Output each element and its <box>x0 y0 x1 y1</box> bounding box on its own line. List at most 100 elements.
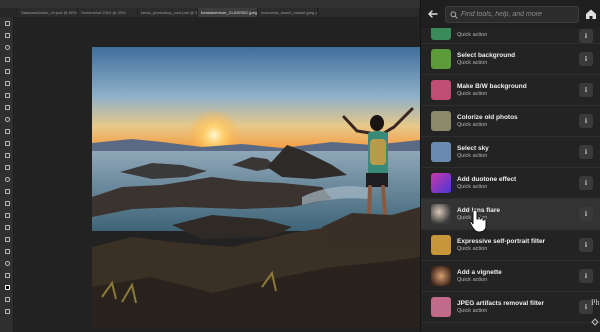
tools-panel <box>0 17 14 332</box>
item-texts: Colorize old photos Quick action <box>457 114 518 129</box>
eyedropper-tool-icon[interactable] <box>0 89 14 101</box>
list-item-hovered[interactable]: Add lens flare Quick action i <box>421 199 600 230</box>
home-icon[interactable] <box>584 7 598 21</box>
duotone-icon <box>431 173 451 193</box>
document-tab[interactable]: Screenshot 2024 @ 33% <box>78 8 138 17</box>
type-tool-icon[interactable] <box>0 209 14 221</box>
gear-icon[interactable] <box>591 318 599 326</box>
item-subtitle: Quick action <box>457 90 488 97</box>
move-tool-icon[interactable] <box>0 17 14 29</box>
hand-tool-icon[interactable] <box>0 245 14 257</box>
bw-background-icon <box>431 80 451 100</box>
item-subtitle: Quick action <box>457 32 488 38</box>
list-item[interactable]: Select sky Quick action i <box>421 137 600 168</box>
item-texts: Add a vignette Quick action <box>457 269 502 284</box>
item-title: Colorize old photos <box>457 113 518 121</box>
blur-tool-icon[interactable] <box>0 173 14 185</box>
search-box[interactable] <box>445 6 579 23</box>
info-icon[interactable]: i <box>579 83 593 97</box>
lasso-tool-icon[interactable] <box>0 41 14 53</box>
list-item[interactable]: Make B/W background Quick action i <box>421 75 600 106</box>
marquee-tool-icon[interactable] <box>0 29 14 41</box>
jpeg-filter-icon <box>431 297 451 317</box>
eraser-tool-icon[interactable] <box>0 149 14 161</box>
gradient-tool-icon[interactable] <box>0 161 14 173</box>
item-title: Expressive self-portrait filter <box>457 237 546 245</box>
path-selection-tool-icon[interactable] <box>0 221 14 233</box>
foreground-color-swatch[interactable] <box>0 281 14 293</box>
list-item[interactable]: JPEG artifacts removal filter Quick acti… <box>421 292 600 323</box>
item-title: Add lens flare <box>457 206 500 214</box>
item-title: Add a vignette <box>457 268 502 276</box>
canvas-photo[interactable] <box>92 47 420 327</box>
item-title: Select sky <box>457 144 489 152</box>
magic-wand-tool-icon[interactable] <box>0 53 14 65</box>
info-icon[interactable]: i <box>579 176 593 190</box>
frame-tool-icon[interactable] <box>0 77 14 89</box>
zoom-tool-icon[interactable] <box>0 257 14 269</box>
item-title: Make B/W background <box>457 82 527 90</box>
item-title: Add duotone effect <box>457 175 517 183</box>
panel-header <box>421 0 600 28</box>
info-icon[interactable]: i <box>579 145 593 159</box>
select-sky-icon <box>431 142 451 162</box>
document-tab[interactable]: Ideas_photoshop_cool.psd @ 33% <box>138 8 198 17</box>
list-item[interactable]: Select background Quick action i <box>421 44 600 75</box>
item-title: JPEG artifacts removal filter <box>457 299 545 307</box>
info-icon[interactable]: i <box>579 269 593 283</box>
item-texts: Expressive self-portrait filter Quick ac… <box>457 238 545 253</box>
select-background-icon <box>431 49 451 69</box>
document-tab[interactable]: StandardAction_v9.psd @ 50% (RGB/8) <box>18 8 78 17</box>
back-arrow-icon[interactable] <box>426 7 440 21</box>
colorize-icon <box>431 111 451 131</box>
document-tabs: StandardAction_v9.psd @ 50% (RGB/8) Scre… <box>18 8 418 17</box>
info-icon[interactable]: i <box>579 238 593 252</box>
discover-panel: Quick action i Select background Quick a… <box>420 0 600 332</box>
lens-flare-icon <box>431 204 451 224</box>
item-title: Select background <box>457 51 516 59</box>
item-subtitle: Quick action <box>457 214 488 221</box>
dodge-tool-icon[interactable] <box>0 185 14 197</box>
document-tab-active[interactable]: bestadventure_CLASSSIC.jpeg @ 66.7% (RGB… <box>198 8 258 17</box>
item-subtitle: Quick action <box>457 59 488 66</box>
landscape-photo-image <box>92 47 420 327</box>
self-portrait-icon <box>431 235 451 255</box>
list-item[interactable]: Expressive self-portrait filter Quick ac… <box>421 230 600 261</box>
item-subtitle: Quick action <box>457 245 488 252</box>
search-input[interactable] <box>458 7 578 22</box>
info-icon[interactable]: i <box>579 28 593 43</box>
item-texts: Make B/W background Quick action <box>457 83 527 98</box>
vignette-icon <box>431 266 451 286</box>
history-brush-tool-icon[interactable] <box>0 137 14 149</box>
quick-mask-icon[interactable] <box>0 293 14 305</box>
search-icon <box>450 10 458 19</box>
item-subtitle: Quick action <box>457 276 488 283</box>
photoshop-window: StandardAction_v9.psd @ 50% (RGB/8) Scre… <box>0 0 600 332</box>
clone-stamp-tool-icon[interactable] <box>0 125 14 137</box>
list-item[interactable]: Add duotone effect Quick action i <box>421 168 600 199</box>
item-texts: Quick action <box>457 32 487 39</box>
info-icon[interactable]: i <box>579 207 593 221</box>
healing-brush-tool-icon[interactable] <box>0 101 14 113</box>
item-texts: Select sky Quick action <box>457 145 489 160</box>
list-item[interactable]: Add a vignette Quick action i <box>421 261 600 292</box>
pen-tool-icon[interactable] <box>0 197 14 209</box>
document-canvas[interactable] <box>15 17 420 332</box>
info-icon[interactable]: i <box>579 114 593 128</box>
item-texts: Select background Quick action <box>457 52 515 67</box>
quick-actions-list: Quick action i Select background Quick a… <box>421 28 600 332</box>
more-tools-icon[interactable] <box>0 269 14 281</box>
info-icon[interactable]: i <box>579 52 593 66</box>
panel-edge-text: Ph <box>591 298 600 307</box>
item-subtitle: Quick action <box>457 307 488 314</box>
brush-tool-icon[interactable] <box>0 113 14 125</box>
item-texts: Add lens flare Quick action <box>457 207 500 222</box>
item-subtitle: Quick action <box>457 121 488 128</box>
document-tab[interactable]: Indonesia_beach_sunset.jpeg @ 33.3% <box>258 8 318 17</box>
list-item[interactable]: Colorize old photos Quick action i <box>421 106 600 137</box>
shape-tool-icon[interactable] <box>0 233 14 245</box>
crop-tool-icon[interactable] <box>0 65 14 77</box>
screen-mode-icon[interactable] <box>0 305 14 317</box>
list-item[interactable]: Quick action i <box>421 28 600 44</box>
item-texts: JPEG artifacts removal filter Quick acti… <box>457 300 544 315</box>
